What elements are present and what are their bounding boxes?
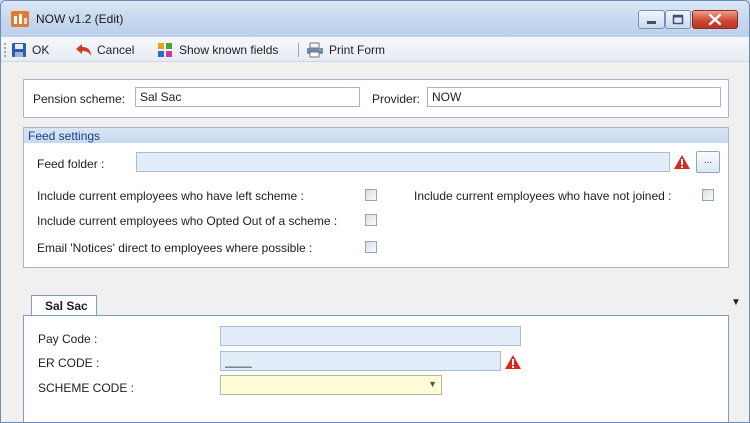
app-window: NOW v1.2 (Edit) OK Cancel Show known fie… (0, 0, 750, 423)
tab-sal-sac[interactable]: Sal Sac (31, 295, 97, 316)
warning-icon (505, 355, 521, 369)
minimize-button[interactable] (638, 10, 665, 29)
print-form-button[interactable]: Print Form (306, 41, 385, 59)
undo-arrow-icon (76, 44, 91, 56)
cancel-button[interactable]: Cancel (75, 41, 134, 59)
print-form-label: Print Form (329, 43, 386, 57)
er-code-label: ER CODE : (38, 356, 100, 370)
minimize-icon (647, 21, 656, 24)
email-notices-label: Email 'Notices' direct to employees wher… (37, 241, 313, 255)
close-icon (708, 13, 722, 26)
left-scheme-label: Include current employees who have left … (37, 189, 304, 203)
feed-settings-header: Feed settings (24, 128, 728, 143)
scheme-code-combo[interactable]: ▼ (220, 375, 442, 395)
scheme-code-label: SCHEME CODE : (38, 381, 135, 395)
dropdown-arrow-icon[interactable]: ▼ (428, 379, 437, 389)
feed-folder-field[interactable] (136, 152, 670, 172)
window-title: NOW v1.2 (Edit) (36, 12, 124, 26)
not-joined-checkbox[interactable] (702, 189, 714, 201)
ok-label: OK (32, 43, 50, 57)
pension-scheme-label: Pension scheme: (33, 92, 126, 106)
pay-code-label: Pay Code : (38, 332, 98, 346)
maximize-button[interactable] (665, 10, 691, 29)
save-disk-icon (12, 43, 26, 57)
title-bar: NOW v1.2 (Edit) (1, 1, 749, 37)
toolbar: OK Cancel Show known fields Print Form (1, 37, 749, 62)
warning-icon (674, 155, 690, 169)
opted-out-label: Include current employees who Opted Out … (37, 214, 338, 228)
tab-panel-sal-sac: Pay Code : ER CODE : SCHEME CODE : ▼ (23, 315, 729, 422)
pension-scheme-field[interactable] (135, 87, 360, 107)
known-fields-icon (158, 43, 172, 57)
cancel-label: Cancel (97, 43, 135, 57)
pay-code-field[interactable] (220, 326, 521, 346)
tab-list-dropdown-icon[interactable]: ▼ (731, 297, 741, 308)
maximize-icon (672, 14, 684, 25)
show-known-fields-label: Show known fields (179, 43, 279, 57)
provider-field[interactable] (427, 87, 721, 107)
show-known-fields-button[interactable]: Show known fields (157, 41, 278, 59)
feed-settings-group: Feed settings Feed folder : ... Include … (23, 127, 729, 268)
email-notices-checkbox[interactable] (365, 241, 377, 253)
toolbar-grip[interactable] (4, 43, 6, 57)
feed-folder-label: Feed folder : (37, 157, 105, 171)
app-logo-icon (11, 11, 29, 27)
er-code-field[interactable] (220, 351, 501, 371)
toolbar-separator (298, 43, 299, 57)
browse-folder-button[interactable]: ... (696, 151, 720, 173)
ok-button[interactable]: OK (11, 41, 49, 59)
close-button[interactable] (692, 10, 738, 29)
provider-label: Provider: (372, 92, 421, 106)
not-joined-label: Include current employees who have not j… (414, 189, 672, 203)
opted-out-checkbox[interactable] (365, 214, 377, 226)
printer-icon (307, 42, 323, 58)
left-scheme-checkbox[interactable] (365, 189, 377, 201)
scheme-panel: Pension scheme: Provider: (23, 79, 729, 118)
